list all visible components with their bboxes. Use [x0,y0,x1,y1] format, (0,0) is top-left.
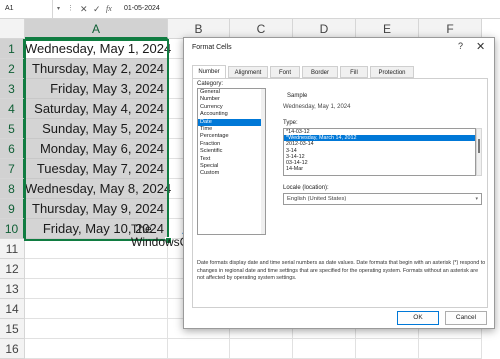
category-item-custom[interactable]: Custom [198,170,265,177]
type-list[interactable]: *14-03-12 *Wednesday, March 14, 2012 2012-… [283,128,476,176]
category-item-time[interactable]: Time [198,126,265,133]
select-all-corner[interactable] [0,19,25,39]
date-cell[interactable]: Wednesday, May 1, 2024 [25,39,171,59]
row-header-14[interactable]: 14 [0,299,25,319]
row-header-3[interactable]: 3 [0,79,25,99]
row-header-10[interactable]: 10 [0,219,25,239]
cancel-button[interactable]: Cancel [445,311,487,325]
tab-border[interactable]: Border [302,66,338,78]
cell[interactable] [25,339,168,359]
insert-function-icon[interactable]: fx [106,0,112,18]
sample-label: Sample [287,93,308,99]
cell[interactable] [25,299,168,319]
date-cell[interactable]: Thursday, May 9, 2024 [25,199,168,219]
cell[interactable] [168,339,230,359]
type-scroll-thumb[interactable] [478,139,480,153]
chevron-down-icon[interactable]: ▾ [475,194,478,205]
row-header-5[interactable]: 5 [0,119,25,139]
row-header-8[interactable]: 8 [0,179,25,199]
category-item-fraction[interactable]: Fraction [198,141,265,148]
name-box-dropdown-icon[interactable]: ▾ [57,0,60,18]
format-cells-dialog: Format Cells ? ✕ Number Alignment Font B… [183,37,495,329]
column-header-b[interactable]: B [168,19,230,39]
date-cell[interactable]: Friday, May 3, 2024 [25,79,168,99]
row-header-16[interactable]: 16 [0,339,25,359]
type-item[interactable]: 14-Mar [284,166,475,172]
cell[interactable] [25,319,168,339]
cell[interactable] [356,339,419,359]
row-header-15[interactable]: 15 [0,319,25,339]
category-label: Category: [197,81,224,87]
column-header-c[interactable]: C [230,19,293,39]
category-item-general[interactable]: General [198,89,265,96]
enter-entry-icon[interactable]: ✓ [93,0,101,18]
category-item-text[interactable]: Text [198,156,265,163]
tab-font[interactable]: Font [270,66,300,78]
row-header-13[interactable]: 13 [0,279,25,299]
category-item-special[interactable]: Special [198,163,265,170]
date-cell[interactable]: Tuesday, May 7, 2024 [25,159,168,179]
cell[interactable] [25,279,168,299]
formula-bar-grip-icon: ⋮ [67,5,74,12]
row-header-2[interactable]: 2 [0,59,25,79]
tab-number[interactable]: Number [192,65,226,79]
cell[interactable] [25,259,168,279]
category-item-accounting[interactable]: Accounting [198,111,265,118]
column-header-d[interactable]: D [293,19,356,39]
locale-label: Locale (location): [283,185,329,191]
dialog-title: Format Cells [192,44,232,51]
type-scrollbar[interactable] [476,128,482,176]
name-box[interactable]: A1 [0,0,53,18]
date-cell[interactable]: Sunday, May 5, 2024 [25,119,168,139]
row-header-7[interactable]: 7 [0,159,25,179]
row-header-4[interactable]: 4 [0,99,25,119]
category-item-percentage[interactable]: Percentage [198,133,265,140]
category-item-scientific[interactable]: Scientific [198,148,265,155]
date-cell[interactable]: Thursday, May 2, 2024 [25,59,168,79]
type-label: Type: [283,120,298,126]
column-header-a[interactable]: A [25,19,168,39]
row-header-1[interactable]: 1 [0,39,25,59]
cell[interactable] [293,339,356,359]
date-cell[interactable]: Wednesday, May 8, 2024 [25,179,171,199]
sample-value: Wednesday, May 1, 2024 [283,104,351,110]
column-header-e[interactable]: E [356,19,419,39]
locale-select[interactable]: English (United States) ▾ [283,193,482,205]
category-item-date[interactable]: Date [198,118,265,126]
tab-protection[interactable]: Protection [370,66,414,78]
row-header-12[interactable]: 12 [0,259,25,279]
category-item-currency[interactable]: Currency [198,104,265,111]
date-cell[interactable]: Monday, May 6, 2024 [25,139,168,159]
tab-fill[interactable]: Fill [340,66,368,78]
row-header-6[interactable]: 6 [0,139,25,159]
formula-bar: A1 ▾ ⋮ ✕ ✓ fx 01-05-2024 [0,0,500,19]
locale-value: English (United States) [287,196,347,202]
formula-input[interactable]: 01-05-2024 [124,0,160,18]
format-description: Date formats display date and time seria… [197,260,486,282]
cancel-entry-icon[interactable]: ✕ [80,0,88,18]
column-header-f[interactable]: F [419,19,482,39]
row-header-11[interactable]: 11 [0,239,25,259]
cell[interactable] [230,339,293,359]
ok-button[interactable]: OK [397,311,439,325]
row-header-9[interactable]: 9 [0,199,25,219]
cell[interactable] [419,339,482,359]
close-icon[interactable]: ✕ [476,40,485,53]
tab-alignment[interactable]: Alignment [228,66,268,78]
help-icon[interactable]: ? [458,41,463,51]
category-list[interactable]: General Number Currency Accounting Date Time P… [197,88,266,235]
date-cell[interactable]: Saturday, May 4, 2024 [25,99,168,119]
category-item-number[interactable]: Number [198,96,265,103]
category-scrollbar[interactable] [261,89,265,234]
